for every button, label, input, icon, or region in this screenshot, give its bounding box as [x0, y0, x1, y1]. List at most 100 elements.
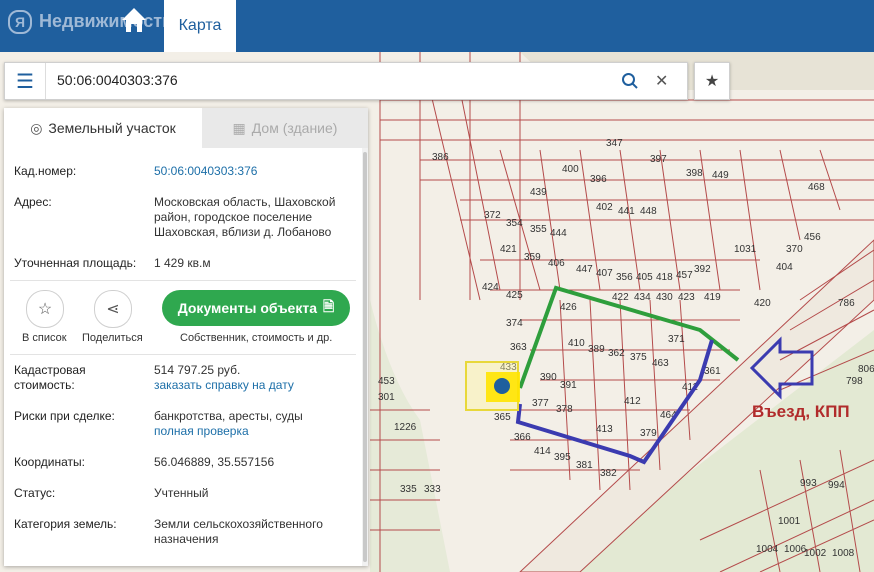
parcel-label: 386	[432, 152, 449, 163]
parcel-label: 355	[530, 224, 547, 235]
full-check-link[interactable]: полная проверка	[154, 424, 249, 439]
parcel-label: 301	[378, 392, 395, 403]
divider	[10, 280, 356, 281]
parcel-label: 786	[838, 298, 855, 309]
land-category-line-2: назначения	[154, 532, 219, 546]
add-to-list-label: В список	[22, 332, 67, 344]
parcel-label: 447	[576, 264, 593, 275]
parcel-label: 405	[636, 272, 653, 283]
land-category-line-1: Земли сельскохозяйственного	[154, 517, 323, 531]
cost-label-line-1: Кадастровая	[14, 363, 86, 377]
parcel-label: 375	[630, 352, 647, 363]
parcel-label: 448	[640, 206, 657, 217]
land-category-label: Категория земель:	[14, 517, 117, 531]
search-icon[interactable]	[621, 72, 639, 90]
parcel-label: 806	[858, 364, 874, 375]
coordinates-value: 56.046889, 35.557156	[154, 455, 275, 469]
address-line-3: Шаховская, вблизи д. Лобаново	[154, 225, 332, 239]
parcel-label: 377	[532, 398, 549, 409]
favorite-star-icon[interactable]: ★	[694, 62, 730, 100]
parcel-label: 439	[530, 187, 547, 198]
parcel-label: 424	[482, 282, 499, 293]
parcel-label: 381	[576, 460, 593, 471]
parcel-label: 994	[828, 480, 845, 491]
address-label: Адрес:	[14, 195, 52, 209]
search-input[interactable]: 50:06:0040303:376	[57, 72, 178, 88]
parcel-label: 413	[596, 424, 613, 435]
parcel-label: 423	[678, 292, 695, 303]
order-certificate-link[interactable]: заказать справку на дату	[154, 378, 294, 393]
tab-land-plot[interactable]: ◎ Земельный участок	[4, 108, 202, 148]
parcel-label: 371	[668, 334, 685, 345]
parcel-label: 418	[656, 272, 673, 283]
cad-number-label: Кад.номер:	[14, 164, 77, 178]
status-value: Учтенный	[154, 486, 209, 500]
info-panel: ◎ Земельный участок ▦ Дом (здание) Кад.н…	[4, 108, 368, 566]
parcel-label: 333	[424, 484, 441, 495]
address-line-1: Московская область, Шаховской	[154, 195, 336, 209]
area-label: Уточненная площадь:	[14, 256, 137, 270]
parcel-label: 335	[400, 484, 417, 495]
cad-number-value[interactable]: 50:06:0040303:376	[154, 164, 257, 179]
documents-subtitle: Собственник, стоимость и др.	[180, 332, 333, 344]
star-outline-icon: ☆	[37, 301, 53, 318]
parcel-label: 382	[600, 468, 617, 479]
parcel-label: 361	[704, 366, 721, 377]
top-bar: Я Недвижимость Карта	[0, 0, 874, 52]
parcel-label: 1002	[804, 548, 827, 559]
parcel-label: 379	[640, 428, 657, 439]
status-label: Статус:	[14, 486, 56, 500]
tab-building[interactable]: ▦ Дом (здание)	[202, 108, 368, 148]
location-marker-icon[interactable]	[494, 378, 510, 394]
parcel-label: 456	[804, 232, 821, 243]
document-icon: 🗎	[323, 298, 335, 314]
menu-icon[interactable]: ☰	[5, 63, 46, 99]
close-icon[interactable]: ✕	[655, 71, 668, 91]
parcel-label: 395	[554, 452, 571, 463]
parcel-label: 398	[686, 168, 703, 179]
parcel-label: 422	[612, 292, 629, 303]
parcel-label: 420	[754, 298, 771, 309]
parcel-label: 374	[506, 318, 523, 329]
parcel-label: 370	[786, 244, 803, 255]
address-line-2: район, городское поселение	[154, 210, 313, 224]
parcel-label: 441	[618, 206, 635, 217]
parcel-label: 359	[524, 252, 541, 263]
scrollbar-thumb[interactable]	[363, 152, 367, 562]
divider	[10, 354, 356, 355]
parcel-label: 421	[500, 244, 517, 255]
parcel-label: 412	[624, 396, 641, 407]
parcel-label: 378	[556, 404, 573, 415]
parcel-label: 1004	[756, 544, 779, 555]
parcel-label: 410	[568, 338, 585, 349]
cost-label-line-2: стоимость:	[14, 378, 75, 392]
tab-map[interactable]: Карта	[164, 0, 236, 52]
parcel-label: 426	[560, 302, 577, 313]
parcel-label: 430	[656, 292, 673, 303]
parcel-label: 1226	[394, 422, 417, 433]
parcel-label: 391	[560, 380, 577, 391]
parcel-label: 356	[616, 272, 633, 283]
parcel-label: 457	[676, 270, 693, 281]
parcel-label: 372	[484, 210, 501, 221]
parcel-label: 366	[514, 432, 531, 443]
parcel-label: 1008	[832, 548, 855, 559]
parcel-label: 425	[506, 290, 523, 301]
add-to-list-button[interactable]: ☆	[26, 290, 64, 328]
parcel-label: 434	[634, 292, 651, 303]
parcel-label: 390	[540, 372, 557, 383]
parcel-label: 389	[588, 344, 605, 355]
parcel-label: 419	[704, 292, 721, 303]
home-icon[interactable]	[118, 4, 150, 36]
parcel-label: 798	[846, 376, 863, 387]
documents-button[interactable]: Документы объекта 🗎	[162, 290, 350, 326]
share-button[interactable]: ⋖	[94, 290, 132, 328]
parcel-label: 407	[596, 268, 613, 279]
parcel-label: 396	[590, 174, 607, 185]
parcel-label: 363	[510, 342, 527, 353]
cost-value: 514 797.25 руб.	[154, 363, 241, 377]
parcel-label: 444	[550, 228, 567, 239]
parcel-label: 1031	[734, 244, 757, 255]
logo-icon: Я	[8, 10, 32, 34]
risks-value: банкротства, аресты, суды	[154, 409, 303, 423]
